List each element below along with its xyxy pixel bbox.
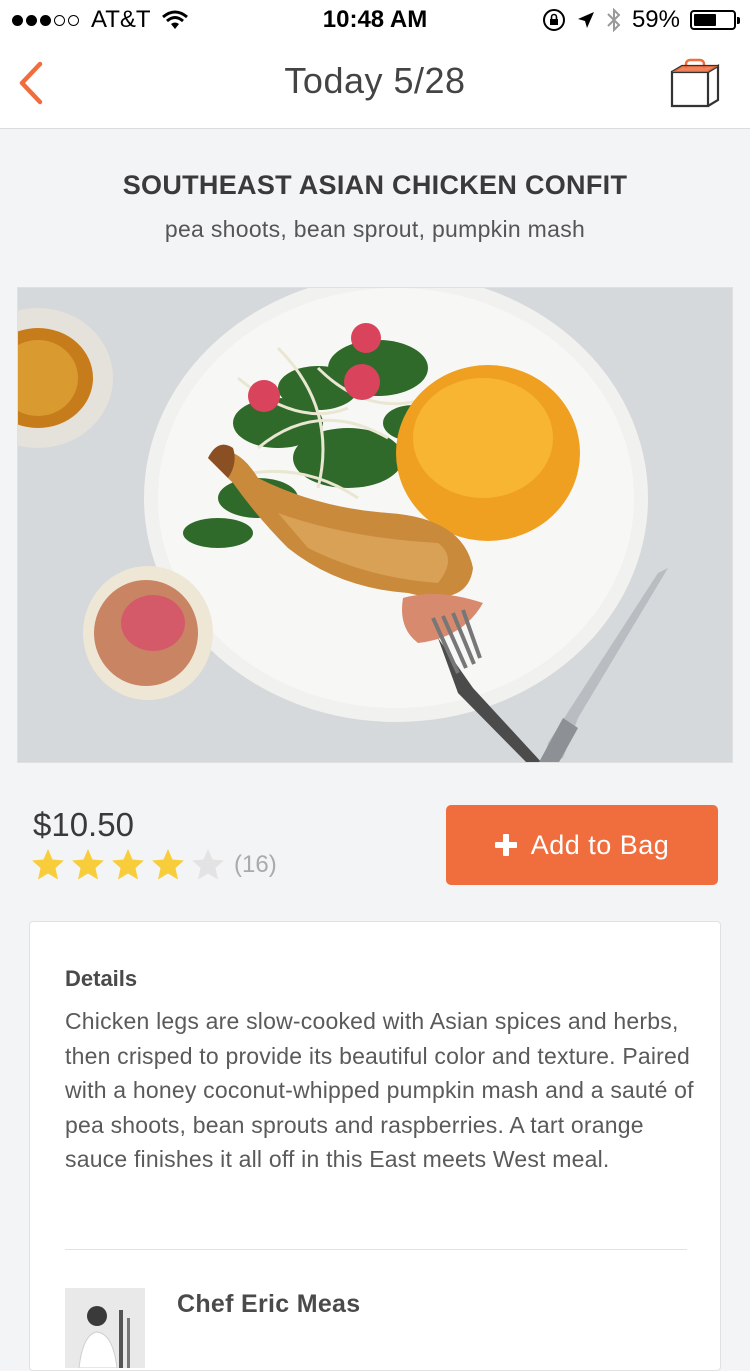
bag-button[interactable] [668,58,722,110]
nav-bar: Today 5/28 [0,40,750,129]
chef-avatar[interactable] [65,1288,145,1368]
star-icon [112,849,144,880]
status-right: 59% [542,6,740,34]
plus-icon [494,834,517,856]
star-icon [152,849,184,880]
chef-portrait [65,1288,145,1368]
divider [65,1249,687,1250]
add-to-bag-button[interactable]: Add to Bag [446,805,718,885]
dish-photo [17,287,733,763]
details-description: Chicken legs are slow-cooked with Asian … [65,1008,694,1172]
status-bar: AT&T 10:48 AM 59% [0,0,750,40]
battery-percent: 59% [631,6,680,33]
rotation-lock-icon [542,9,565,31]
star-icon [72,849,104,880]
chef-name[interactable]: Chef Eric Meas [177,1290,360,1319]
dish-illustration [18,288,732,762]
shopping-bag-icon [670,58,720,108]
location-arrow-icon [577,12,594,28]
star-rating: (16) [30,847,277,883]
battery-icon [690,10,740,30]
star-icon [192,849,224,880]
add-to-bag-label: Add to Bag [530,829,670,860]
dish-subtitle: pea shoots, bean sprout, pumpkin mash [164,216,586,242]
bluetooth-icon [607,7,621,33]
details-card: Details Chicken legs are slow-cooked wit… [29,921,721,1371]
details-heading: Details [65,966,138,991]
star-icon [32,849,64,880]
dish-name: SOUTHEAST ASIAN CHICKEN CONFIT [122,170,628,200]
page-title: Today 5/28 [284,60,466,101]
rating-count: (16) [234,851,277,878]
price: $10.50 [33,806,134,843]
